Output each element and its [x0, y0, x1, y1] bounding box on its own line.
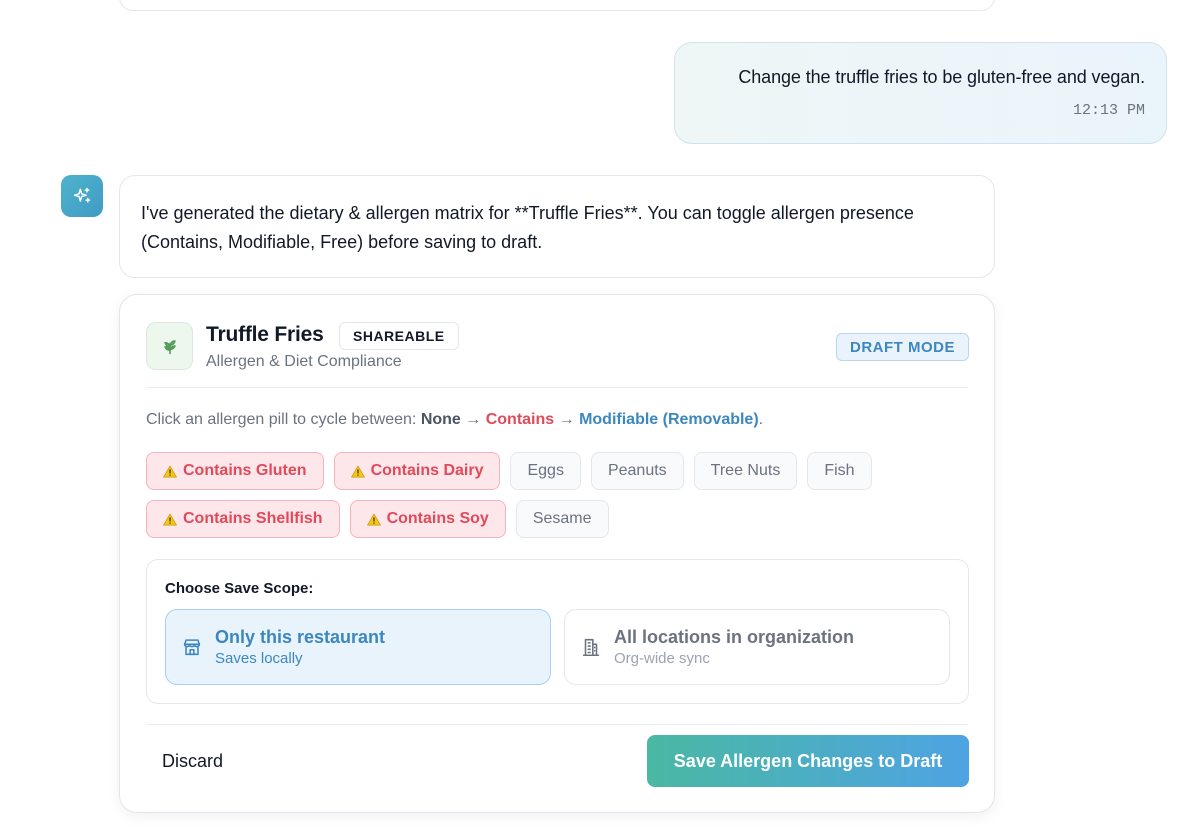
scope-option-title: All locations in organization	[614, 627, 855, 647]
warning-icon	[366, 513, 381, 525]
save-scope-label: Choose Save Scope:	[165, 580, 314, 597]
instructions-modifiable-state: Modifiable (Removable)	[579, 411, 759, 428]
instructions-prefix: Click an allergen pill to cycle between:	[146, 411, 417, 428]
allergen-pill-soy[interactable]: Contains Soy	[349, 500, 506, 538]
assistant-message-bubble: I've generated the dietary & allergen ma…	[119, 175, 995, 278]
allergen-pill-dairy[interactable]: Contains Dairy	[333, 452, 501, 490]
allergen-pill-label: Contains Soy	[386, 510, 489, 527]
allergen-pill-tree-nuts[interactable]: Tree Nuts	[693, 452, 798, 490]
menu-item-icon	[146, 322, 193, 370]
store-icon	[183, 639, 201, 656]
sparkle-icon	[73, 187, 91, 203]
instructions-end: .	[758, 411, 764, 428]
menu-item-title: Truffle Fries	[206, 323, 324, 346]
allergen-pill-fish[interactable]: Fish	[807, 452, 872, 490]
menu-item-subtitle: Allergen & Diet Compliance	[206, 353, 402, 370]
allergen-pill-label: Peanuts	[607, 462, 667, 479]
footer-divider	[146, 724, 968, 725]
warning-icon	[350, 465, 365, 477]
allergen-instructions: Click an allergen pill to cycle between:…	[146, 411, 763, 429]
scope-option-all-locations[interactable]: All locations in organization Org-wide s…	[564, 609, 950, 685]
allergen-pill-label: Fish	[824, 462, 855, 479]
allergen-pill-label: Eggs	[527, 462, 564, 479]
allergen-pill-peanuts[interactable]: Peanuts	[590, 452, 684, 490]
scope-option-description: Org-wide sync	[614, 650, 710, 667]
save-scope-box: Choose Save Scope: Only this restaurant …	[146, 559, 969, 704]
allergen-pill-sesame[interactable]: Sesame	[515, 500, 609, 538]
scope-option-description: Saves locally	[215, 650, 303, 667]
allergen-matrix-card: Truffle Fries SHAREABLE Allergen & Diet …	[119, 294, 995, 813]
draft-mode-badge: DRAFT MODE	[836, 333, 969, 361]
allergen-pill-label: Sesame	[532, 510, 592, 527]
allergen-pill-label: Contains Dairy	[370, 462, 484, 479]
building-icon	[582, 638, 600, 657]
allergen-pill-label: Contains Shellfish	[183, 510, 323, 527]
instructions-arrow: →	[465, 411, 482, 428]
allergen-pill-gluten[interactable]: Contains Gluten	[146, 452, 324, 490]
scope-option-title: Only this restaurant	[215, 627, 386, 647]
instructions-none-state: None	[420, 411, 461, 428]
assistant-avatar	[61, 175, 103, 217]
header-divider	[146, 387, 968, 388]
save-draft-button[interactable]: Save Allergen Changes to Draft	[647, 735, 969, 787]
discard-button[interactable]: Discard	[146, 739, 239, 783]
instructions-arrow: →	[558, 411, 575, 428]
user-message-text: Change the truffle fries to be gluten-fr…	[738, 67, 1145, 87]
warning-icon	[163, 465, 177, 477]
warning-icon	[163, 513, 177, 525]
previous-message-card	[119, 0, 995, 11]
allergen-pill-eggs[interactable]: Eggs	[510, 452, 581, 490]
user-message-bubble: Change the truffle fries to be gluten-fr…	[674, 42, 1167, 144]
user-message-timestamp: 12:13 PM	[1072, 102, 1145, 119]
allergen-pill-label: Tree Nuts	[710, 462, 781, 479]
leaf-icon	[163, 340, 176, 355]
allergen-pill-label: Contains Gluten	[183, 462, 307, 479]
allergen-pill-list: Contains Gluten Contains Dairy Eggs Pean…	[146, 452, 936, 538]
allergen-pill-shellfish[interactable]: Contains Shellfish	[146, 500, 340, 538]
shareable-badge: SHAREABLE	[339, 322, 459, 350]
scope-option-this-restaurant[interactable]: Only this restaurant Saves locally	[165, 609, 551, 685]
assistant-message-text: I've generated the dietary & allergen ma…	[141, 203, 914, 252]
instructions-contains-state: Contains	[485, 411, 555, 428]
